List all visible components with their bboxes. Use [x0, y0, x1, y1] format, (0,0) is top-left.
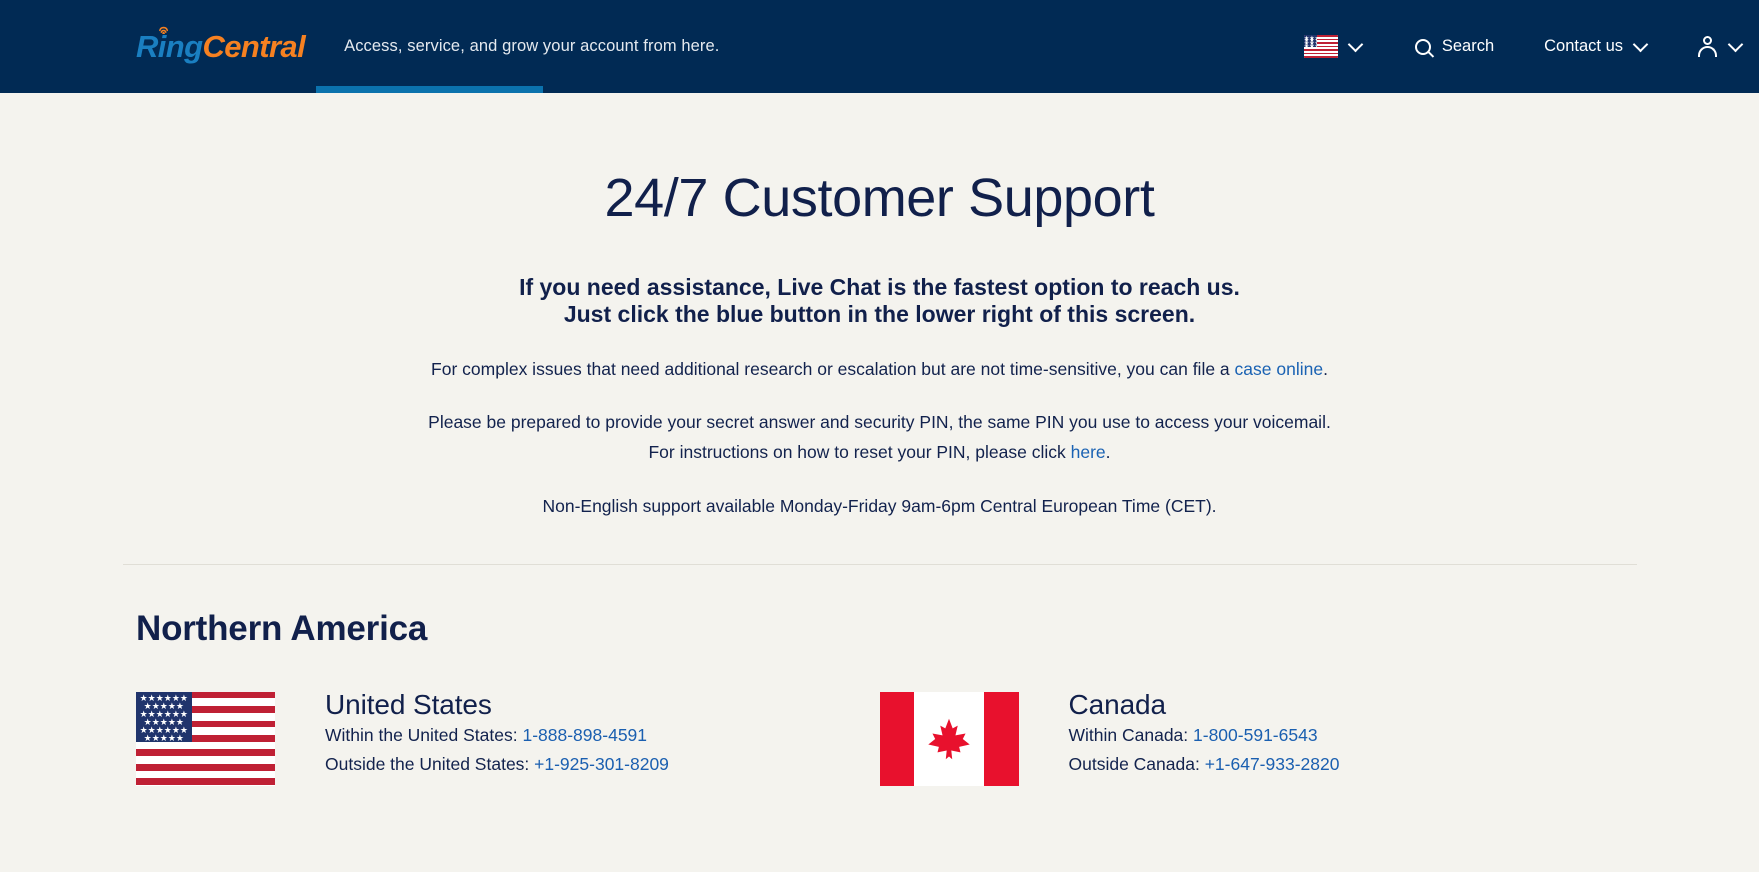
pin-reset-text-before: For instructions on how to reset your PI… [648, 442, 1071, 463]
section-divider [122, 563, 1637, 565]
non-english-support-paragraph: Non-English support available Monday-Fri… [542, 495, 1217, 516]
ringcentral-logo[interactable]: RingCentral [136, 26, 306, 64]
site-header: RingCentral Access, service, and grow yo… [0, 0, 1759, 93]
main-content: 24/7 Customer Support If you need assist… [0, 167, 1759, 786]
phone-label: Outside Canada: [1068, 753, 1205, 774]
active-tab-indicator [316, 86, 543, 93]
phone-line-within: Within Canada: 1-800-591-6543 [1069, 721, 1340, 750]
logo-ring-text: Ring [136, 29, 203, 64]
search-icon [1414, 38, 1431, 55]
phone-label: Within the United States: [325, 724, 523, 745]
contact-us-label: Contact us [1544, 37, 1623, 55]
country-info-united-states: United States Within the United States: … [325, 687, 669, 779]
search-label: Search [1441, 37, 1495, 55]
contact-us-menu[interactable]: Contact us [1544, 36, 1649, 56]
maple-leaf-icon [928, 718, 970, 759]
phone-number-link[interactable]: +1-925-301-8209 [534, 754, 669, 774]
us-flag-icon: ★★★★★★ ★★★★★ ★★★★★★ ★★★★★ ★★★★★★ ★★★★★ [136, 691, 275, 786]
phone-line-outside: Outside Canada: +1-647-933-2820 [1069, 750, 1340, 779]
phone-line-outside: Outside the United States: +1-925-301-82… [325, 750, 669, 779]
case-online-text-before: For complex issues that need additional … [431, 359, 1235, 380]
pin-paragraph: Please be prepared to provide your secre… [0, 407, 1759, 467]
header-tagline: Access, service, and grow your account f… [344, 37, 720, 55]
country-name: United States [325, 688, 492, 720]
user-account-icon [1698, 36, 1718, 57]
chevron-down-icon [1347, 36, 1364, 52]
account-menu[interactable] [1698, 36, 1744, 57]
lede-line-1: If you need assistance, Live Chat is the… [519, 274, 1240, 300]
canada-flag-icon [879, 691, 1019, 786]
logo-text: RingCentral [136, 26, 306, 64]
pin-reset-here-link[interactable]: here [1071, 442, 1106, 462]
logo-central-text: Central [202, 29, 306, 64]
search-button[interactable]: Search [1414, 37, 1495, 56]
wifi-signal-icon [159, 26, 169, 34]
case-online-paragraph: For complex issues that need additional … [0, 354, 1759, 384]
pin-line-2: For instructions on how to reset your PI… [0, 437, 1759, 467]
case-online-link[interactable]: case online [1235, 359, 1324, 379]
lede-paragraph: If you need assistance, Live Chat is the… [0, 274, 1759, 328]
country-card-canada: Canada Within Canada: 1-800-591-6543 Out… [879, 687, 1624, 786]
pin-line-1: Please be prepared to provide your secre… [428, 412, 1331, 433]
phone-number-link[interactable]: +1-647-933-2820 [1205, 754, 1340, 774]
phone-number-link[interactable]: 1-888-898-4591 [522, 725, 647, 745]
chevron-down-icon [1727, 36, 1744, 52]
header-nav: ★★★★★ ★★★★★ ★★★★★ ★★★★★ Search Contact u… [1303, 0, 1744, 93]
region-section: Northern America ★★★★★★ ★★★★★ ★★★★★★ ★★★… [0, 609, 1759, 786]
chevron-down-icon [1632, 36, 1649, 52]
pin-reset-text-after: . [1105, 442, 1111, 463]
case-online-text-after: . [1323, 359, 1328, 380]
lede-line-2: Just click the blue button in the lower … [563, 301, 1196, 328]
us-flag-icon: ★★★★★ ★★★★★ ★★★★★ ★★★★★ [1303, 35, 1338, 58]
region-title: Northern America [136, 608, 428, 648]
phone-label: Within Canada: [1068, 724, 1194, 745]
country-grid: ★★★★★★ ★★★★★ ★★★★★★ ★★★★★ ★★★★★★ ★★★★★ U… [136, 687, 1623, 786]
phone-number-link[interactable]: 1-800-591-6543 [1193, 725, 1318, 745]
country-name: Canada [1068, 688, 1167, 720]
page-title: 24/7 Customer Support [604, 168, 1155, 228]
locale-selector[interactable]: ★★★★★ ★★★★★ ★★★★★ ★★★★★ [1303, 35, 1364, 58]
country-card-united-states: ★★★★★★ ★★★★★ ★★★★★★ ★★★★★ ★★★★★★ ★★★★★ U… [136, 687, 880, 786]
phone-line-within: Within the United States: 1-888-898-4591 [325, 721, 669, 750]
country-info-canada: Canada Within Canada: 1-800-591-6543 Out… [1069, 687, 1340, 779]
phone-label: Outside the United States: [325, 753, 535, 774]
